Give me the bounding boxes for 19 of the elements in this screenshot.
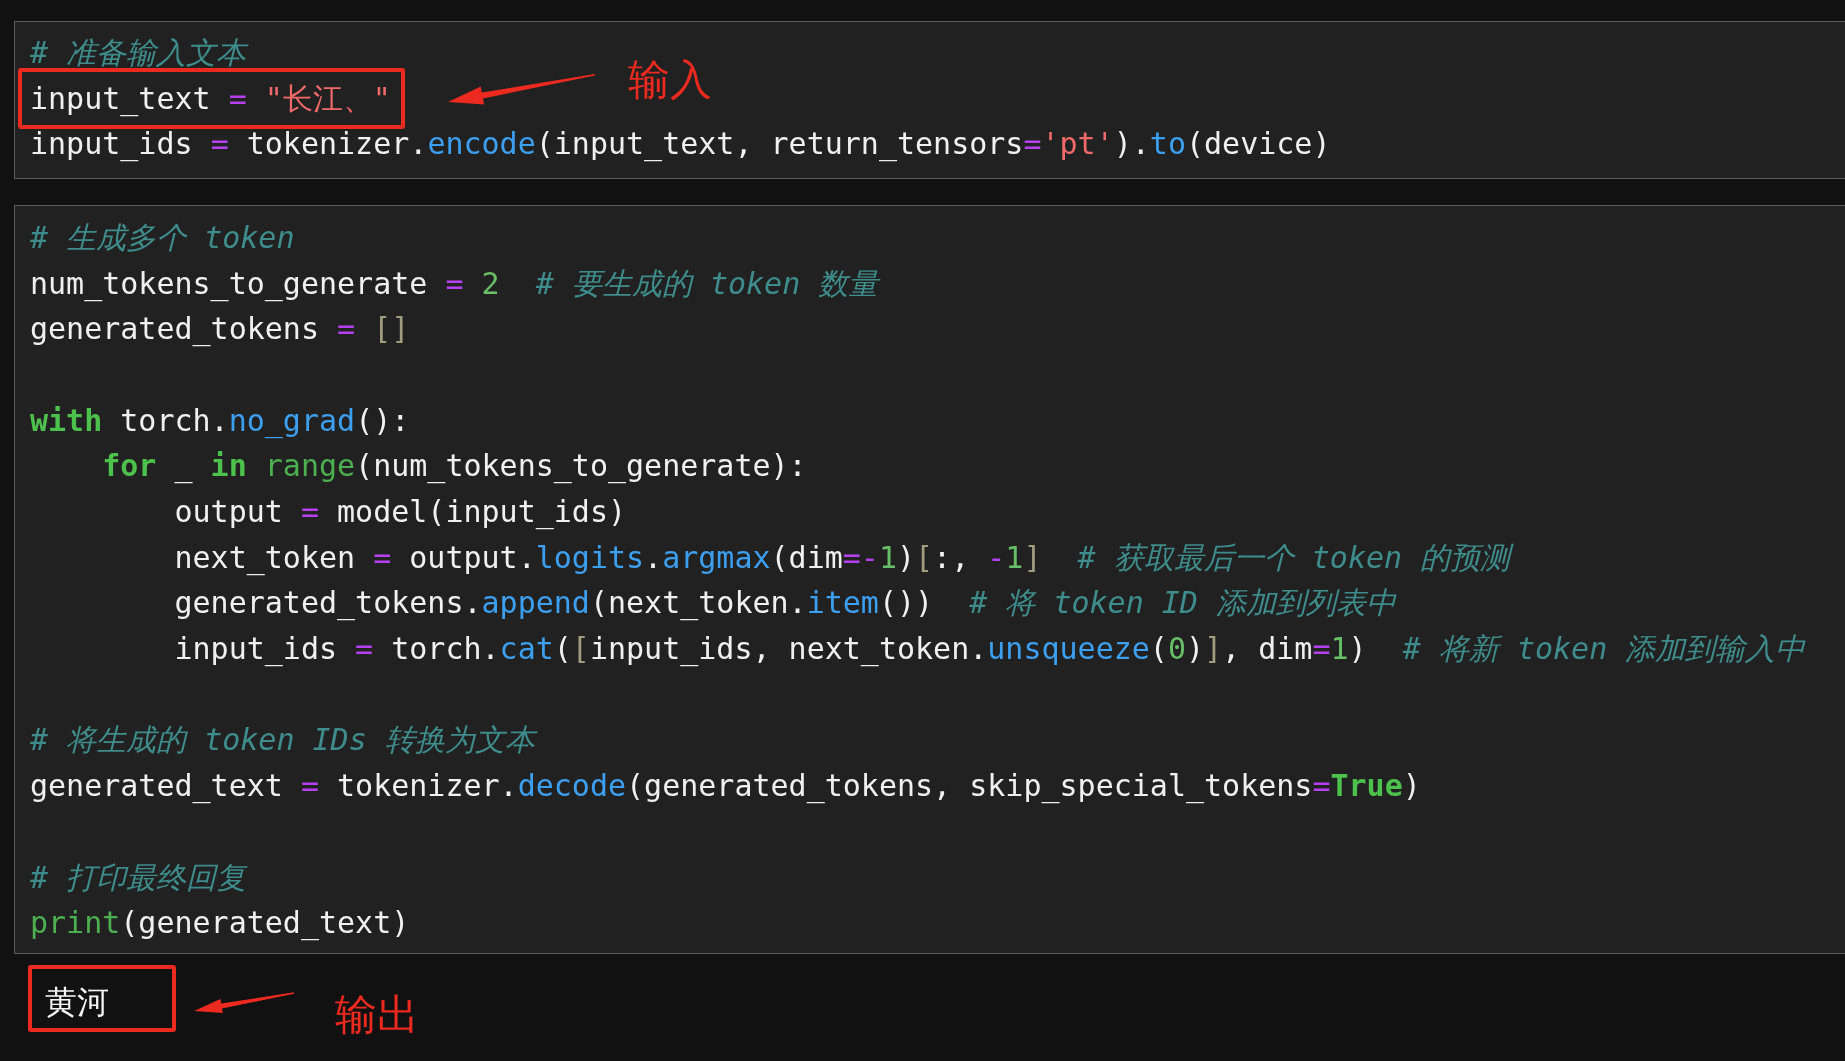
- callout-label: 输出: [335, 994, 419, 1037]
- output-text: 黄河: [45, 985, 109, 1020]
- arrow-icon: [194, 991, 295, 1015]
- code-line: input_ids = torch.cat([input_ids, next_token.unsqueeze(0)], dim=1) # 将新 token 添加到输入中: [174, 631, 1806, 668]
- code-line: # 生成多个 token: [30, 219, 295, 256]
- code-line: print(generated_text): [30, 905, 410, 942]
- code-line: generated_tokens.append(next_token.item()) # 将 token ID 添加到列表中: [174, 585, 1396, 622]
- code-line: with torch.no_grad():: [30, 402, 410, 439]
- code-line: generated_text = tokenizer.decode(generated_tokens, skip_special_tokens=True): [30, 768, 1421, 805]
- code-line: input_text = "长江、": [30, 80, 391, 117]
- callout-label: 输入: [627, 58, 712, 101]
- code-line: for _ in range(num_tokens_to_generate):: [102, 448, 807, 485]
- arrow-icon: [447, 73, 596, 105]
- code-line: output = model(input_ids): [174, 494, 626, 531]
- code-line: # 打印最终回复: [30, 859, 247, 896]
- code-line: generated_tokens = []: [30, 311, 410, 348]
- code-line: num_tokens_to_generate = 2 # 要生成的 token 数量: [30, 265, 879, 302]
- code-line: # 准备输入文本: [30, 34, 247, 71]
- code-line: input_ids = tokenizer.encode(input_text, return_tensors='pt').to(device): [30, 126, 1331, 163]
